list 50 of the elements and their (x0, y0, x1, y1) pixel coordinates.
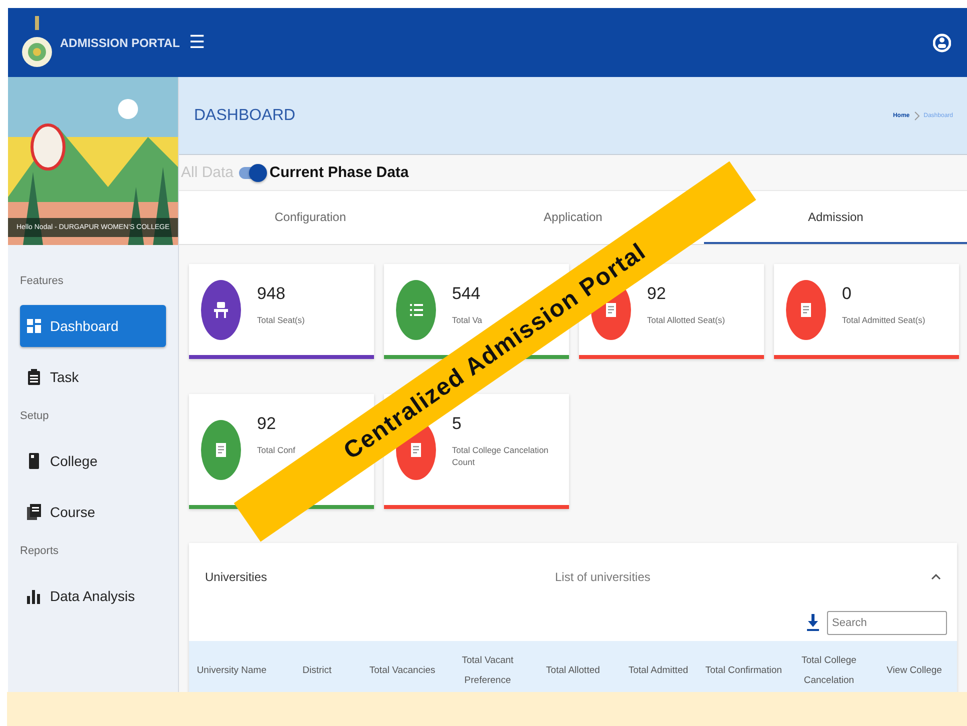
stat-value: 948 (257, 284, 286, 304)
search-field[interactable]: Search (827, 611, 947, 635)
toggle-label: Current Phase Data (270, 164, 409, 181)
column-header: District (301, 664, 332, 678)
section-heading: Setup (20, 410, 50, 422)
nav-item[interactable]: Task (20, 356, 166, 398)
nav-label: Task (50, 369, 79, 385)
stat-value: 0 (842, 284, 852, 304)
panel-title: Universities (205, 570, 268, 584)
seat-icon (212, 300, 230, 318)
stat-label: Total Allotted Seat(s) (647, 314, 725, 326)
nav-item[interactable]: Data Analysis (20, 575, 166, 617)
phase-switch[interactable] (238, 166, 265, 178)
section-heading: Features (20, 275, 64, 287)
column-header: Total Vacant Preference (460, 654, 514, 688)
nav-label: Course (50, 504, 96, 520)
user-icon (933, 32, 951, 52)
nav-item[interactable]: Course (20, 491, 166, 533)
column-header: Total Confirmation (704, 664, 783, 678)
nav-label: College (50, 453, 98, 469)
column-header: Total College Cancelation (800, 654, 858, 688)
column-header: View College (886, 664, 943, 678)
chevron-icon (914, 110, 920, 120)
nav-item[interactable]: Dashboard (20, 305, 166, 347)
section-heading: Reports (20, 545, 60, 557)
column-header: Total Allotted (545, 664, 601, 678)
download-icon (807, 614, 819, 632)
stat-value: 92 (257, 414, 277, 434)
stat-label: Total Seat(s) (257, 314, 305, 326)
stat-label: Total Admitted Seat(s) (842, 314, 926, 326)
book-icon (26, 504, 42, 520)
stat-value: 92 (647, 284, 667, 304)
bar-chart-icon (26, 588, 42, 604)
nav-label: Dashboard (50, 318, 118, 334)
portal-title: ADMISSION PORTAL (60, 36, 180, 50)
panel-subtitle: List of universities (555, 570, 652, 584)
tab[interactable]: Configuration (274, 210, 346, 224)
nav-label: Data Analysis (50, 588, 135, 604)
column-header: Total Admitted (627, 664, 690, 678)
menu-button[interactable]: ☰ (185, 32, 210, 53)
stat-label: Total Conf (257, 444, 296, 456)
dashboard-icon (26, 318, 42, 334)
clipboard-icon (26, 369, 42, 385)
tab[interactable]: Admission (808, 210, 864, 224)
nav-item[interactable]: College (20, 440, 166, 482)
door-icon (26, 453, 42, 469)
tab[interactable]: Application (544, 210, 602, 224)
column-header: Total Vacancies (368, 664, 436, 678)
page-title: DASHBOARD (194, 106, 296, 124)
column-header: University Name (196, 664, 268, 678)
